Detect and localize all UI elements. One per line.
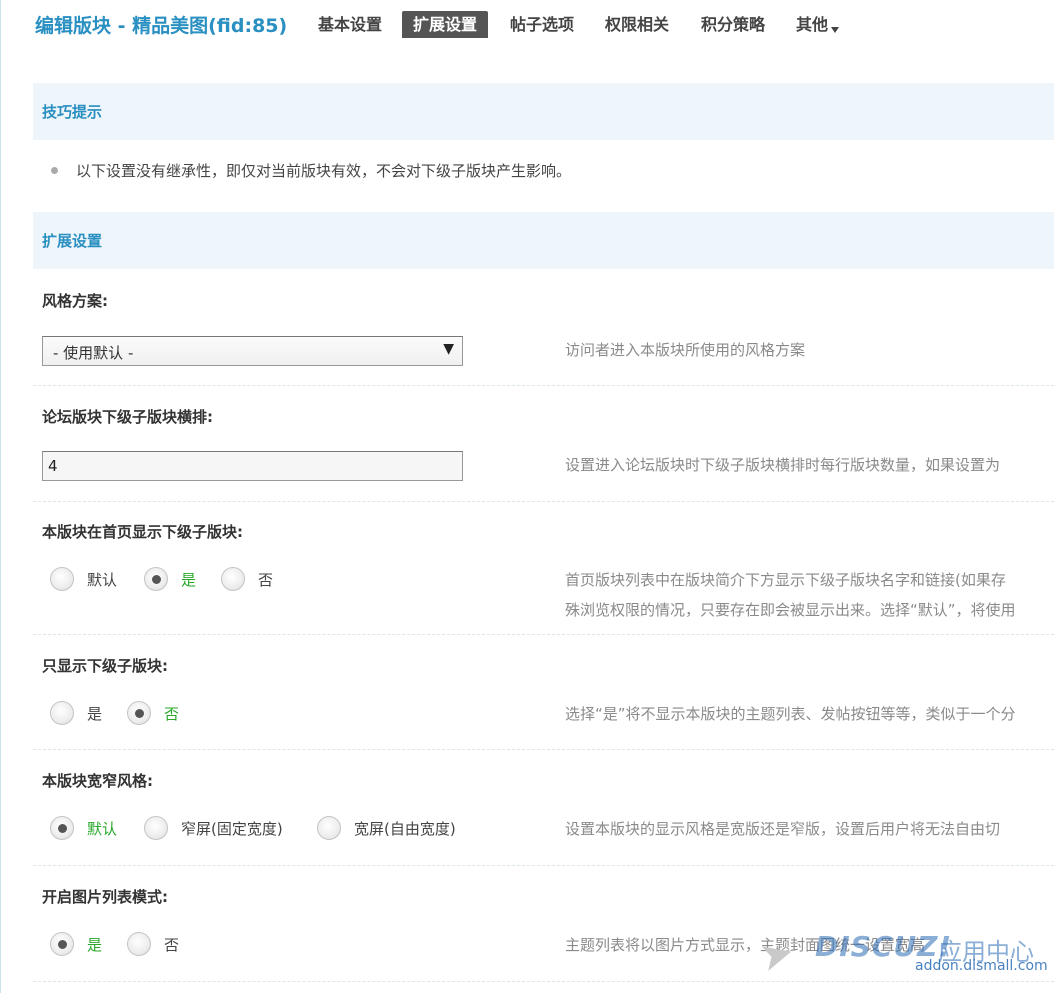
show-subforums-home-desc-1: 首页版块列表中在版块简介下方显示下级子版块名字和链接(如果存 — [565, 571, 1006, 589]
chevron-down-icon — [831, 27, 840, 33]
style-scheme-selected: - 使用默认 - — [53, 344, 134, 362]
radio-yes[interactable]: 是 — [144, 565, 204, 595]
tab-other-label: 其他 — [796, 15, 829, 34]
radio-default[interactable]: 默认 — [50, 814, 132, 844]
dropdown-arrow-icon: ▼ — [443, 341, 454, 357]
radio-circle — [127, 932, 151, 956]
radio-label: 宽屏(自由宽度) — [354, 820, 456, 838]
show-subforums-home-label: 本版块在首页显示下级子版块: — [42, 523, 243, 541]
radio-label: 默认 — [87, 571, 118, 589]
tab-post-options[interactable]: 帖子选项 — [510, 11, 574, 38]
radio-label: 默认 — [87, 820, 118, 838]
radio-circle — [144, 567, 168, 591]
radio-no[interactable]: 否 — [127, 699, 191, 729]
subforum-columns-desc: 设置进入论坛版块时下级子版块横排时每行版块数量，如果设置为 — [565, 456, 1001, 474]
radio-yes[interactable]: 是 — [50, 699, 114, 729]
paper-plane-icon: ➤ — [754, 928, 799, 982]
show-subforums-home-desc-2: 殊浏览权限的情况，只要存在即会被显示出来。选择“默认”，将使用 — [565, 601, 1016, 619]
picture-list-label: 开启图片列表模式: — [42, 888, 168, 906]
subforum-columns-input[interactable] — [42, 451, 463, 481]
radio-circle — [221, 567, 245, 591]
tab-other[interactable]: 其他 — [796, 11, 840, 38]
radio-label: 是 — [181, 571, 197, 589]
tab-basic-settings[interactable]: 基本设置 — [318, 11, 382, 38]
setting-style-scheme: 风格方案: - 使用默认 - ▼ 访问者进入本版块所使用的风格方案 — [33, 270, 1054, 386]
style-scheme-desc: 访问者进入本版块所使用的风格方案 — [565, 341, 806, 359]
radio-label: 否 — [258, 571, 274, 589]
radio-circle — [50, 932, 74, 956]
tip-item: 以下设置没有继承性，即仅对当前版块有效，不会对下级子版块产生影响。 — [33, 152, 1054, 188]
radio-label: 是 — [87, 705, 103, 723]
radio-circle — [317, 816, 341, 840]
tip-text: 以下设置没有继承性，即仅对当前版块有效，不会对下级子版块产生影响。 — [76, 162, 572, 180]
setting-show-subforums-home: 本版块在首页显示下级子版块: 默认 是 否 首页版块列表中在版块简介下方显示下级… — [33, 502, 1054, 635]
radio-circle — [50, 567, 74, 591]
page-title: 编辑版块 - 精品美图(fid:85) — [35, 15, 288, 37]
radio-narrow[interactable]: 窄屏(固定宽度) — [144, 814, 304, 844]
extended-settings-title: 扩展设置 — [42, 232, 103, 250]
radio-label: 是 — [87, 936, 103, 954]
radio-circle — [50, 816, 74, 840]
radio-no[interactable]: 否 — [221, 565, 281, 595]
watermark-url: addon.dismall.com — [915, 958, 1048, 974]
extended-settings-header: 扩展设置 — [33, 212, 1054, 269]
page-header: 编辑版块 - 精品美图(fid:85) 基本设置 扩展设置 帖子选项 权限相关 … — [35, 0, 1054, 48]
width-style-desc: 设置本版块的显示风格是宽版还是窄版，设置后用户将无法自由切 — [565, 820, 1001, 838]
radio-circle — [144, 816, 168, 840]
watermark: ➤ DISCUZ! 应用中心 addon.dismall.com — [755, 928, 1050, 988]
radio-wide[interactable]: 宽屏(自由宽度) — [317, 814, 477, 844]
setting-width-style: 本版块宽窄风格: 默认 窄屏(固定宽度) 宽屏(自由宽度) 设置本版块的显示风格… — [33, 750, 1054, 866]
style-scheme-select[interactable]: - 使用默认 - ▼ — [42, 336, 463, 366]
setting-subforum-columns: 论坛版块下级子版块横排: 设置进入论坛版块时下级子版块横排时每行版块数量，如果设… — [33, 386, 1054, 502]
radio-label: 否 — [164, 705, 180, 723]
subforum-columns-label: 论坛版块下级子版块横排: — [42, 408, 213, 426]
style-scheme-label: 风格方案: — [42, 292, 108, 310]
tab-credit-policy[interactable]: 积分策略 — [701, 11, 765, 38]
setting-only-subforums: 只显示下级子版块: 是 否 选择“是”将不显示本版块的主题列表、发帖按钮等等，类… — [33, 635, 1054, 750]
radio-no[interactable]: 否 — [127, 930, 191, 960]
radio-circle — [50, 701, 74, 725]
only-subforums-desc: 选择“是”将不显示本版块的主题列表、发帖按钮等等，类似于一个分 — [565, 705, 1016, 723]
radio-default[interactable]: 默认 — [50, 565, 130, 595]
tips-title: 技巧提示 — [42, 103, 103, 121]
tab-permissions[interactable]: 权限相关 — [605, 11, 669, 38]
only-subforums-label: 只显示下级子版块: — [42, 657, 168, 675]
radio-circle — [127, 701, 151, 725]
radio-label: 窄屏(固定宽度) — [181, 820, 283, 838]
tab-extended-settings[interactable]: 扩展设置 — [402, 11, 489, 38]
page-left-border — [0, 0, 1, 993]
radio-yes[interactable]: 是 — [50, 930, 114, 960]
radio-label: 否 — [164, 936, 180, 954]
bullet-icon — [51, 167, 58, 174]
width-style-label: 本版块宽窄风格: — [42, 772, 153, 790]
tips-header: 技巧提示 — [33, 83, 1054, 140]
